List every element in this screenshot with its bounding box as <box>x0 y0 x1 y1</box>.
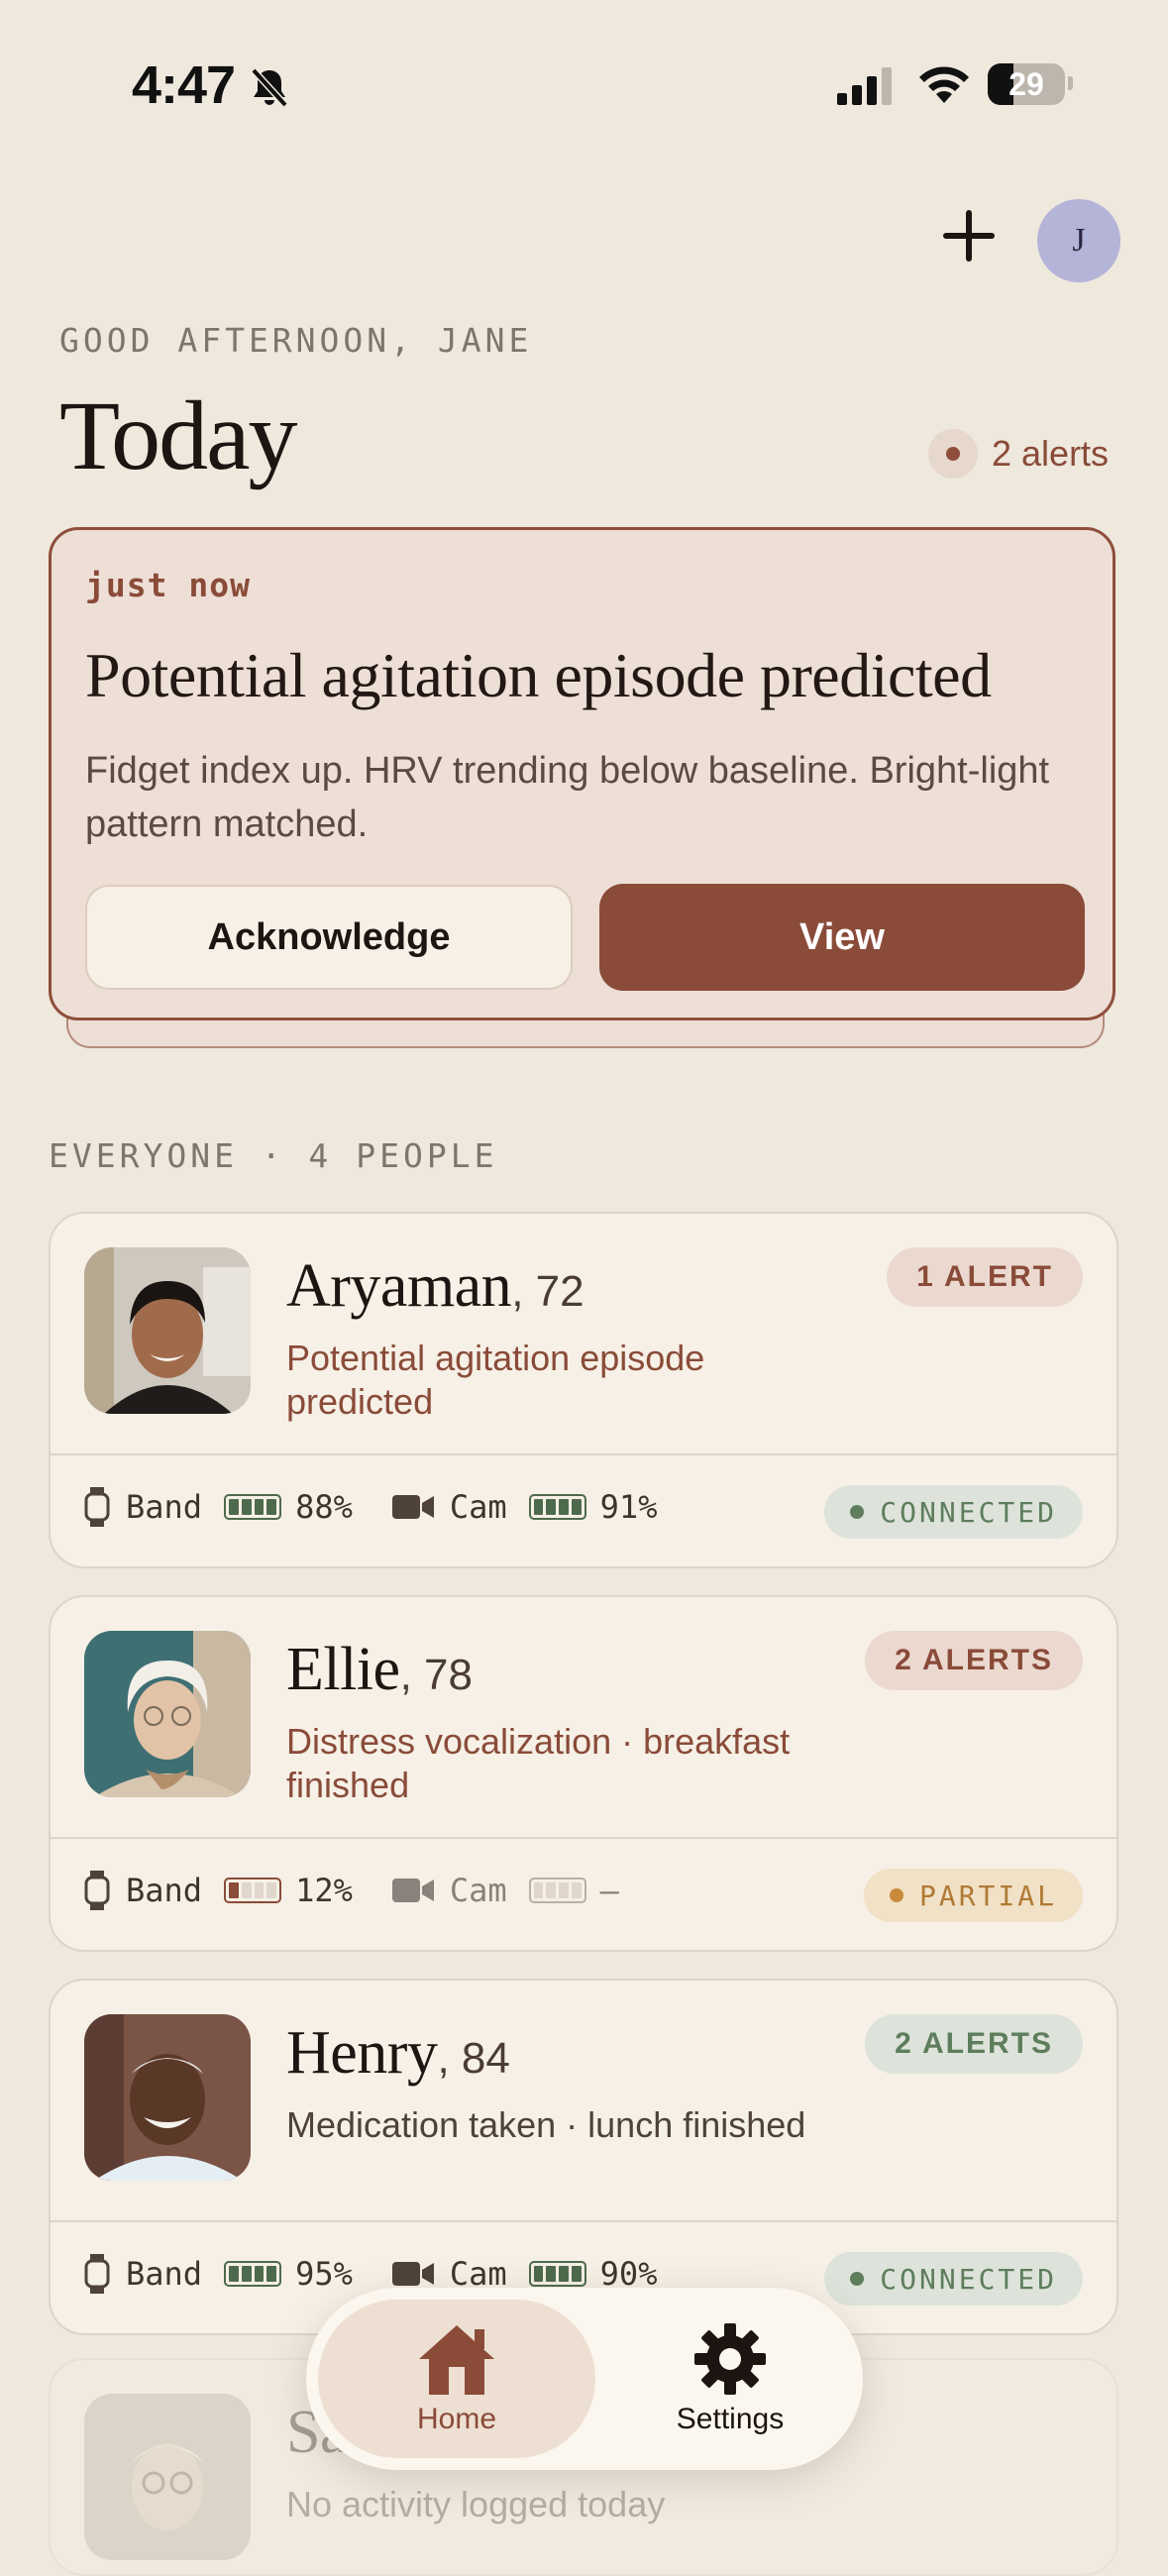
person-age: , 84 <box>437 2034 510 2083</box>
person-card-henry[interactable]: Henry, 84 Medication taken · lunch finis… <box>49 1979 1118 2335</box>
alert-count-badge: 2 ALERTS <box>865 1631 1083 1690</box>
person-status: No activity logged today <box>286 2484 666 2524</box>
band-label: Band <box>126 2255 203 2293</box>
view-button[interactable]: View <box>599 884 1085 991</box>
greeting: GOOD AFTERNOON, JANE <box>59 321 533 360</box>
status-dot-icon <box>850 2272 865 2286</box>
person-card-ellie[interactable]: Ellie, 78 Distress vocalization · breakf… <box>49 1595 1118 1952</box>
person-photo <box>84 1631 251 1797</box>
gear-icon <box>694 2323 766 2395</box>
person-name: Ellie <box>286 1636 400 1703</box>
nav-home[interactable]: Home <box>318 2300 595 2458</box>
watch-icon <box>84 1871 110 1910</box>
connection-label: CONNECTED <box>880 2262 1057 2296</box>
alert-time: just now <box>85 566 251 604</box>
band-battery-icon <box>224 1878 282 1903</box>
cam-battery: — <box>599 1872 619 1909</box>
status-dot-icon <box>850 1505 865 1519</box>
alert-count-badge: 1 ALERT <box>887 1247 1083 1307</box>
cam-battery-icon <box>528 1878 586 1903</box>
page-title: Today <box>59 380 297 490</box>
cam-battery-icon <box>528 2261 586 2287</box>
band-battery: 12% <box>295 1872 353 1909</box>
status-dot-icon <box>889 1888 903 1902</box>
person-name: Aryaman <box>286 1252 512 1320</box>
person-age: , 72 <box>511 1267 584 1316</box>
device-row: Band 12% Cam — <box>84 1851 659 1930</box>
connection-label: PARTIAL <box>918 1878 1057 1912</box>
cam-battery-icon <box>528 1494 586 1520</box>
connection-status: CONNECTED <box>824 1485 1083 1539</box>
band-battery: 95% <box>295 2255 353 2293</box>
person-status: Potential agitation episode predicted <box>286 1338 705 1422</box>
battery-level: 29 <box>1009 66 1044 102</box>
cam-battery: 91% <box>599 1488 658 1526</box>
person-name-line: Henry, 84 <box>286 2018 510 2089</box>
battery-icon: 29 <box>988 63 1065 105</box>
section-label: EVERYONE · 4 PEOPLE <box>49 1136 498 1175</box>
bottom-nav: Home Settings <box>306 2288 863 2470</box>
band-battery: 88% <box>295 1488 353 1526</box>
camera-icon <box>391 1495 434 1519</box>
person-name-line: Ellie, 78 <box>286 1635 473 1705</box>
person-photo <box>84 2394 251 2560</box>
person-photo <box>84 1247 251 1414</box>
connection-label: CONNECTED <box>880 1495 1057 1529</box>
band-label: Band <box>126 1488 203 1526</box>
status-time: 4:47 <box>132 55 236 115</box>
card-divider <box>51 1453 1116 1455</box>
nav-home-label: Home <box>416 2403 497 2435</box>
watch-icon <box>84 1487 110 1527</box>
cellular-signal-icon <box>837 67 892 105</box>
card-divider <box>51 1837 1116 1839</box>
nav-settings-label: Settings <box>676 2403 785 2435</box>
band-label: Band <box>126 1872 203 1909</box>
person-name: Henry <box>286 2019 438 2087</box>
wifi-icon <box>919 66 969 103</box>
profile-avatar[interactable]: J <box>1037 199 1120 282</box>
alert-dot-icon <box>928 429 978 479</box>
connection-status: PARTIAL <box>863 1869 1083 1922</box>
watch-icon <box>84 2254 110 2294</box>
cam-label: Cam <box>449 1488 507 1526</box>
person-age: , 78 <box>399 1651 473 1699</box>
device-row: Band 88% Cam 91% <box>84 1467 696 1547</box>
alert-card[interactable]: just now Potential agitation episode pre… <box>49 527 1115 1020</box>
bell-slash-icon <box>251 67 288 108</box>
alert-title: Potential agitation episode predicted <box>85 640 992 710</box>
person-status: Distress vocalization · breakfast finish… <box>286 1721 791 1805</box>
add-person-button[interactable] <box>939 206 999 266</box>
band-battery-icon <box>224 2261 282 2287</box>
person-status: Medication taken · lunch finished <box>286 2104 806 2145</box>
person-card-aryaman[interactable]: Aryaman, 72 Potential agitation episode … <box>49 1212 1118 1568</box>
band-battery-icon <box>224 1494 282 1520</box>
acknowledge-button[interactable]: Acknowledge <box>85 885 573 990</box>
home-icon <box>419 2325 494 2395</box>
battery-nub <box>1068 76 1073 90</box>
alert-body: Fidget index up. HRV trending below base… <box>85 750 1050 845</box>
camera-icon <box>391 2262 434 2286</box>
connection-status: CONNECTED <box>824 2252 1083 2306</box>
card-divider <box>51 2220 1116 2222</box>
alerts-summary[interactable]: 2 alerts <box>928 429 1109 479</box>
alert-count-badge: 2 ALERTS <box>865 2014 1083 2074</box>
alerts-count: 2 alerts <box>992 433 1110 474</box>
camera-icon <box>391 1878 434 1902</box>
person-photo <box>84 2014 251 2181</box>
nav-settings[interactable]: Settings <box>611 2300 849 2458</box>
person-name-line: Aryaman, 72 <box>286 1251 584 1322</box>
cam-label: Cam <box>449 1872 507 1909</box>
